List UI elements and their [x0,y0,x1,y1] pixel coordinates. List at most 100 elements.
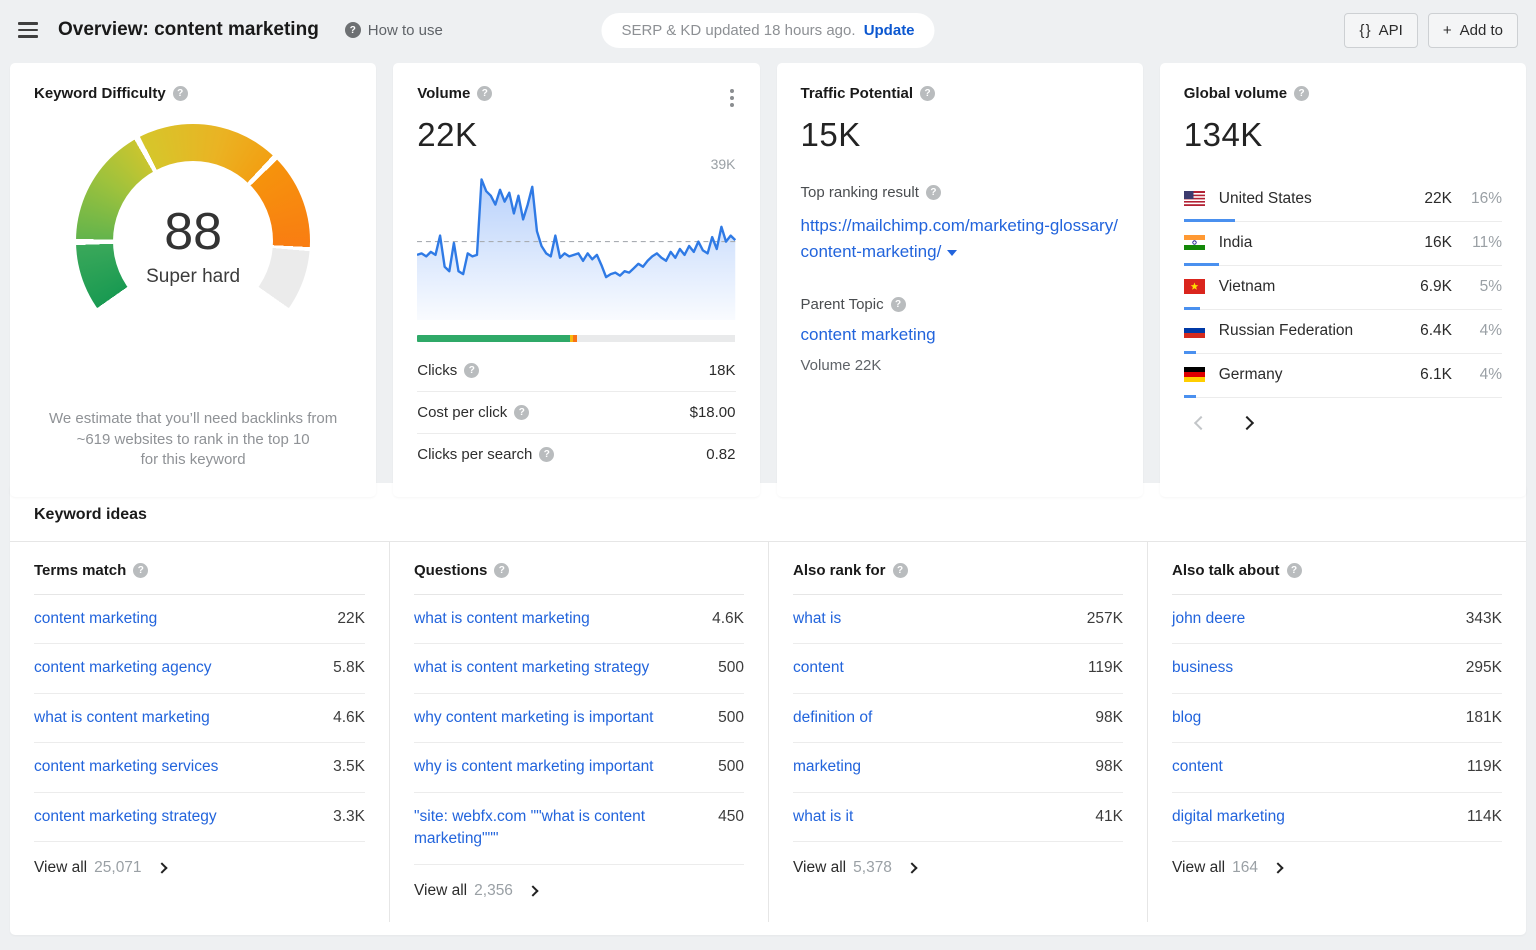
api-button[interactable]: { } API [1344,12,1418,48]
kd-gauge: 88 Super hard [76,124,311,358]
keyword-link[interactable]: john deere [1172,608,1245,630]
chevron-right-icon [527,885,539,897]
keyword-column-title: Also talk about ? [1172,562,1502,595]
keyword-link[interactable]: what is [793,608,841,630]
keyword-column-title: Terms match ? [34,562,365,595]
keyword-column: Also rank for ? what is 257K content 119… [768,542,1147,922]
view-all-link[interactable]: View all 164 [1172,842,1502,885]
keyword-link[interactable]: blog [1172,707,1201,729]
help-icon[interactable]: ? [1294,86,1310,101]
keyword-link[interactable]: definition of [793,707,872,729]
keyword-row: what is 257K [793,595,1123,645]
chevron-left-icon[interactable] [1193,415,1208,431]
country-volume: 6.9K [1420,277,1452,295]
keyword-link[interactable]: why content marketing is important [414,707,654,729]
clicks-bar-segment [576,335,736,342]
keyword-link[interactable]: content marketing agency [34,657,212,679]
add-to-button[interactable]: + Add to [1427,12,1518,48]
keyword-row: what is it 41K [793,793,1123,843]
help-icon[interactable]: ? [514,405,530,420]
keyword-link[interactable]: business [1172,657,1233,679]
keyword-volume: 181K [1465,708,1502,726]
keyword-difficulty-card: Keyword Difficulty ? 88 Super hard We es… [10,63,377,497]
flag-us-icon [1183,191,1205,206]
kebab-menu-icon[interactable] [724,87,740,109]
top-ranking-url[interactable]: https://mailchimp.com/marketing-glossary… [801,213,1119,266]
parent-topic-link[interactable]: content marketing [801,325,936,345]
flag-vn-icon [1183,279,1205,294]
view-all-count: 5,378 [853,859,892,877]
chevron-right-icon[interactable] [1239,415,1254,431]
keyword-volume: 22K [337,610,365,627]
help-icon[interactable]: ? [892,563,908,578]
keyword-link[interactable]: what is content marketing [34,707,210,729]
help-icon[interactable]: ? [1286,563,1302,578]
view-all-link[interactable]: View all 25,071 [34,842,365,885]
help-icon[interactable]: ? [133,563,149,578]
serp-status-pill: SERP & KD updated 18 hours ago. Update [601,12,935,48]
help-icon[interactable]: ? [464,363,480,378]
keyword-row: marketing 98K [793,743,1123,793]
country-percent: 4% [1479,365,1502,383]
country-name: United States [1218,189,1312,207]
keyword-link[interactable]: what is it [793,806,853,828]
view-all-link[interactable]: View all 5,378 [793,842,1123,885]
clicks-distribution-bar [417,335,736,342]
keyword-link[interactable]: content [1172,756,1223,778]
help-icon[interactable]: ? [172,86,188,101]
keyword-row: content marketing strategy 3.3K [34,793,365,843]
country-volume: 16K [1424,233,1452,251]
keyword-volume: 500 [718,758,744,776]
menu-icon[interactable] [18,22,38,38]
help-icon[interactable]: ? [494,563,510,578]
page-title: Overview: content marketing [58,19,319,40]
country-percent: 16% [1470,189,1502,207]
keyword-link[interactable]: content marketing strategy [34,806,217,828]
keyword-column-title: Questions ? [414,562,744,595]
country-percent: 4% [1479,321,1502,339]
keyword-link[interactable]: "site: webfx.com ""what is content marke… [414,806,664,851]
metric-cards-row: Keyword Difficulty ? 88 Super hard We es… [0,60,1536,497]
keyword-volume: 3.5K [333,758,365,776]
keyword-link[interactable]: content marketing services [34,756,218,778]
country-bar [1183,395,1197,398]
parent-topic-label: Parent Topic ? [801,296,1119,313]
country-volume: 6.1K [1420,365,1452,383]
help-icon[interactable]: ? [925,185,941,200]
country-percent: 5% [1479,277,1502,295]
how-to-use-link[interactable]: ? How to use [344,22,443,39]
traffic-potential-card: Traffic Potential ? 15K Top ranking resu… [776,63,1143,497]
keyword-row: blog 181K [1172,694,1502,744]
country-volume: 6.4K [1420,321,1452,339]
keyword-link[interactable]: content marketing [34,608,157,630]
chevron-right-icon [155,862,168,875]
keyword-link[interactable]: digital marketing [1172,806,1285,828]
keyword-row: content marketing agency 5.8K [34,644,365,694]
parent-topic-volume: Volume 22K [800,356,882,374]
help-icon[interactable]: ? [539,447,555,462]
help-icon[interactable]: ? [920,86,936,101]
help-icon[interactable]: ? [890,296,906,312]
keyword-link[interactable]: what is content marketing [414,608,590,630]
kd-title: Keyword Difficulty ? [34,85,352,102]
country-name: India [1218,233,1253,251]
metric-clicks-per-search: Clicks per search? 0.82 [417,446,736,463]
volume-title: Volume ? [417,85,735,102]
keyword-link[interactable]: content [793,657,844,679]
keyword-row: business 295K [1172,644,1502,694]
keyword-link[interactable]: marketing [793,756,861,778]
keyword-row: definition of 98K [793,694,1123,744]
keyword-link[interactable]: why is content marketing important [414,756,654,778]
clicks-bar-segment [417,335,570,342]
view-all-link[interactable]: View all 2,356 [414,865,744,908]
country-pager [1184,415,1502,431]
keyword-link[interactable]: what is content marketing strategy [414,657,649,679]
volume-peak-label: 39K [710,156,736,172]
help-icon[interactable]: ? [477,86,493,101]
keyword-row: content marketing 22K [34,595,365,645]
country-percent: 11% [1472,233,1502,251]
chevron-down-icon[interactable] [947,249,958,256]
keyword-volume: 343K [1465,610,1502,627]
update-link[interactable]: Update [864,22,915,39]
keyword-volume: 41K [1095,807,1123,825]
